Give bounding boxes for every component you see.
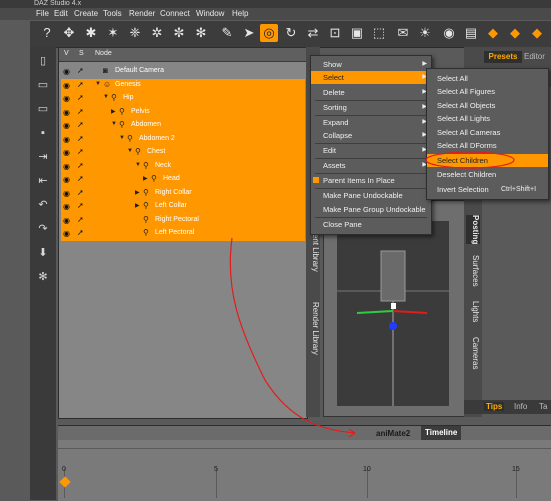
annotation-overlay <box>229 151 515 438</box>
annotation-arrow-line <box>229 237 356 434</box>
annotation-circle <box>425 151 515 169</box>
